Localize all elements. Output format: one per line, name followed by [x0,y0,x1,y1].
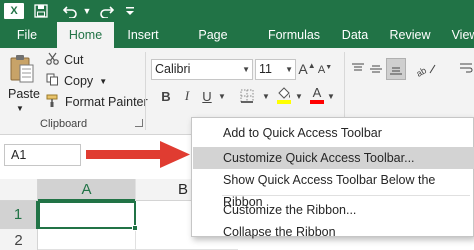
font-name-combo[interactable]: Calibri ▼ [151,59,253,80]
font-name-dropdown-icon[interactable]: ▼ [242,60,250,79]
align-middle-icon[interactable] [368,60,384,78]
clipboard-dialog-launcher-icon[interactable] [135,119,143,127]
font-size-value: 11 [259,62,272,76]
context-menu: Add to Quick Access Toolbar Customize Qu… [191,117,474,239]
undo-dropdown-icon[interactable]: ▼ [82,3,92,19]
red-arrow-annotation [84,139,194,169]
underline-button[interactable]: U [198,86,216,106]
paste-dropdown-icon[interactable]: ▼ [16,104,24,113]
menu-item-label: Add to Quick Access Toolbar [223,126,382,140]
paste-button[interactable]: Paste [8,87,40,101]
menu-item-label: Collapse the Ribbon [223,225,336,239]
select-all-corner[interactable] [0,179,38,201]
font-color-button[interactable]: A [309,84,325,106]
undo-icon[interactable] [62,3,78,19]
align-bottom-icon[interactable] [386,58,406,80]
menu-item-add-to-qat[interactable]: Add to Quick Access Toolbar [193,122,474,144]
tab-home[interactable]: Home [57,22,114,48]
name-box[interactable]: A1 [4,144,81,166]
customize-qat-icon[interactable] [124,3,136,19]
menu-item-collapse-ribbon[interactable]: Collapse the Ribbon [193,221,474,243]
copy-icon [46,73,59,89]
ribbon-tab-bar: File Home Insert Page Layout Formulas Da… [0,22,474,68]
cut-button[interactable]: Cut [46,52,83,68]
excel-logo-icon: X [4,3,24,19]
group-separator [145,52,146,130]
menu-item-show-qat-below[interactable]: Show Quick Access Toolbar Below the Ribb… [193,169,474,209]
align-top-icon[interactable] [350,60,366,78]
bold-button[interactable]: B [157,86,175,106]
fill-color-icon[interactable] [275,84,293,106]
tab-insert[interactable]: Insert [124,22,162,48]
cut-label: Cut [64,53,84,67]
format-painter-label: Format Painter [65,95,148,109]
row-header-2[interactable]: 2 [0,229,38,250]
tab-view[interactable]: View [448,22,474,48]
borders-dropdown-icon[interactable]: ▼ [262,88,270,104]
clipboard-group-label: Clipboard [40,118,88,130]
borders-icon[interactable] [236,86,258,106]
menu-item-customize-qat[interactable]: Customize Quick Access Toolbar... [193,147,474,169]
tab-review[interactable]: Review [388,22,432,48]
fill-color-dropdown-icon[interactable]: ▼ [295,88,303,104]
row-header-1[interactable]: 1 [0,201,38,229]
font-size-dropdown-icon[interactable]: ▼ [285,60,293,79]
column-header-a[interactable]: A [38,179,135,201]
menu-item-customize-ribbon[interactable]: Customize the Ribbon... [193,199,474,221]
svg-text:ab: ab [415,65,428,77]
scissors-icon [46,52,59,68]
tab-formulas[interactable]: Formulas [264,22,324,48]
format-painter-button[interactable]: Format Painter [46,94,148,110]
font-name-value: Calibri [155,62,191,76]
font-color-dropdown-icon[interactable]: ▼ [327,88,335,104]
fill-handle[interactable] [132,225,138,231]
active-cell-a1[interactable] [38,201,138,231]
underline-dropdown-icon[interactable]: ▼ [218,88,226,104]
tab-data[interactable]: Data [340,22,370,48]
wrap-text-icon[interactable] [458,58,474,80]
font-color-glyph: A [312,85,322,100]
save-icon[interactable] [33,3,49,19]
tab-file[interactable]: File [12,22,42,48]
paste-icon[interactable] [9,54,35,84]
orientation-icon[interactable]: ab [414,59,440,79]
menu-item-label: Customize the Ribbon... [223,203,357,217]
font-color-swatch [310,100,324,104]
paintbrush-icon [46,94,60,110]
name-box-value: A1 [11,148,27,162]
copy-label: Copy [64,74,94,88]
copy-button[interactable]: Copy ▼ [46,73,107,89]
copy-dropdown-icon[interactable]: ▼ [99,77,107,86]
tab-page-layout[interactable]: Page Layout [178,22,248,68]
menu-item-label: Customize Quick Access Toolbar... [223,151,415,165]
title-bar: X ▼ [0,0,474,22]
excel-logo-letter: X [10,5,18,17]
menu-separator [222,195,470,196]
font-size-combo[interactable]: 11 ▼ [255,59,296,80]
italic-button[interactable]: I [178,86,196,106]
redo-icon[interactable] [98,3,114,19]
increase-font-size-icon[interactable]: A ▲ [298,59,315,79]
decrease-font-size-icon[interactable]: A ▼ [318,61,332,79]
